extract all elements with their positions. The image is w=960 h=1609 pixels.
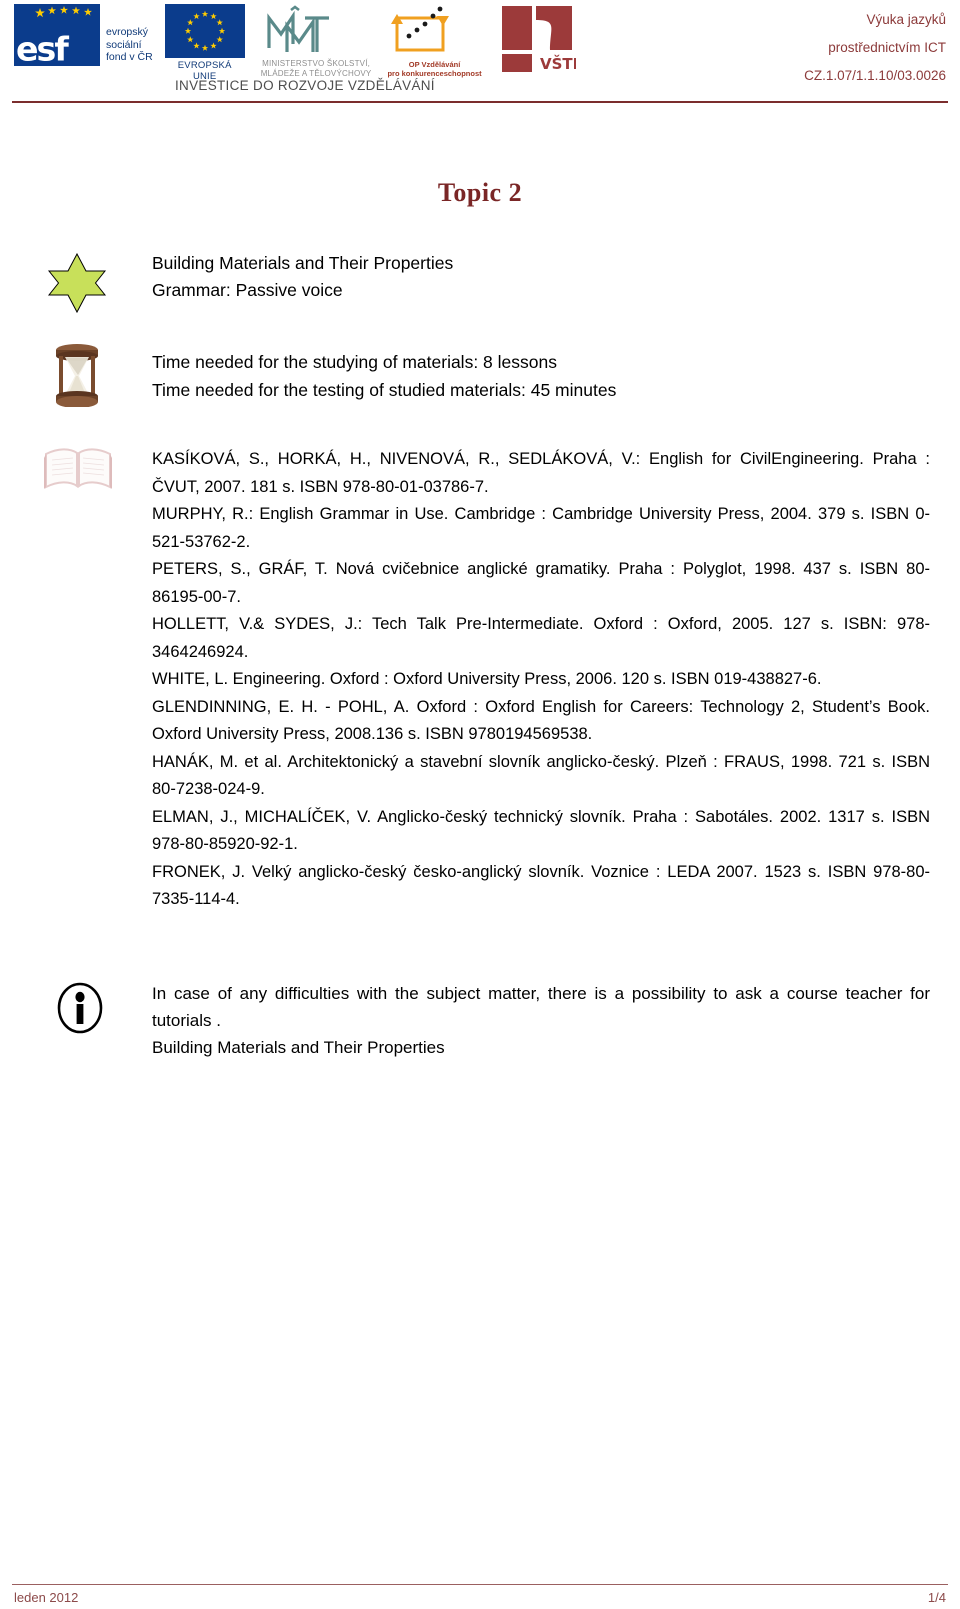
notice-line-2: Building Materials and Their Properties — [152, 1038, 445, 1057]
footer-divider — [12, 1584, 948, 1585]
msmt-caption: MINISTERSTVO ŠKOLSTVÍ, MLÁDEŽE A TĚLOVÝC… — [261, 59, 372, 78]
svg-text:esf: esf — [16, 30, 69, 66]
page-footer: leden 2012 1/4 — [14, 1590, 946, 1605]
footer-date: leden 2012 — [14, 1590, 79, 1605]
esf-wordmark: esf — [16, 30, 71, 66]
investice-slogan: INVESTICE DO ROZVOJE VZDĚLÁVÁNÍ — [175, 78, 435, 93]
eu-stars-icon — [184, 10, 225, 51]
vste-logo: VŠTE — [500, 4, 583, 74]
bibliography-entry: FRONEK, J. Velký anglicko-český česko-an… — [152, 862, 930, 909]
bibliography-entry: HOLLETT, V.& SYDES, J.: Tech Talk Pre-In… — [152, 615, 930, 661]
esf-caption-line-3: fond v ČR — [106, 51, 153, 63]
intro-block: Building Materials and Their Properties … — [152, 250, 930, 304]
op-vzdelavani-caption-line-2: pro konkurenceschopnost — [387, 69, 482, 78]
op-vzdelavani-logo: OP Vzdělávání pro konkurenceschopnost — [387, 4, 482, 78]
msmt-caption-line-1: MINISTERSTVO ŠKOLSTVÍ, — [262, 59, 371, 68]
esf-caption-line-2: sociální — [106, 38, 142, 51]
project-name-line-2: prostřednictvím ICT — [828, 40, 946, 55]
timing-line-1: Time needed for the studying of material… — [152, 352, 557, 372]
timing-line-2: Time needed for the testing of studied m… — [152, 380, 617, 400]
op-vzdelavani-caption: OP Vzdělávání pro konkurenceschopnost — [387, 60, 481, 78]
svg-text:VŠTE: VŠTE — [540, 54, 576, 73]
footer-page-number: 1/4 — [927, 1590, 946, 1605]
esf-flag-mark: esf — [14, 4, 100, 66]
page-title: Topic 2 — [437, 178, 523, 207]
bibliography-entry: KASÍKOVÁ, S., HORKÁ, H., NIVENOVÁ, R., S… — [152, 450, 930, 496]
bibliography-block: KASÍKOVÁ, S., HORKÁ, H., NIVENOVÁ, R., S… — [152, 446, 930, 914]
esf-stars-icon — [35, 6, 92, 18]
project-identification: Výuka jazyků prostřednictvím ICT CZ.1.07… — [696, 6, 946, 90]
bibliography-entry: MURPHY, R.: English Grammar in Use. Camb… — [152, 505, 930, 551]
eu-flag-logo: EVROPSKÁ UNIE — [164, 4, 245, 82]
page-header: esf evropský sociální fond v ČR EVROPSKÁ… — [0, 0, 960, 104]
intro-line-2: Grammar: Passive voice — [152, 280, 343, 300]
intro-line-1: Building Materials and Their Properties — [152, 253, 454, 273]
esf-caption-line-1: evropský — [106, 26, 149, 38]
bibliography-entry: PETERS, S., GRÁF, T. Nová cvičebnice ang… — [152, 560, 930, 606]
esf-logo: esf evropský sociální fond v ČR — [14, 4, 153, 66]
project-number: CZ.1.07/1.1.10/03.0026 — [804, 68, 946, 83]
book-icon — [44, 448, 112, 489]
bibliography-entry: ELMAN, J., MICHALÍČEK, V. Anglicko-český… — [152, 807, 930, 854]
hourglass-icon — [56, 344, 98, 407]
bibliography-entry: GLENDINNING, E. H. - POHL, A. Oxford : O… — [152, 697, 930, 744]
header-divider — [12, 101, 948, 103]
op-vzdelavani-caption-line-1: OP Vzdělávání — [408, 60, 461, 69]
bibliography-entry: WHITE, L. Engineering. Oxford : Oxford U… — [152, 670, 822, 688]
logo-row: esf evropský sociální fond v ČR EVROPSKÁ… — [14, 4, 583, 82]
vste-mark-icon: VŠTE — [500, 4, 583, 74]
timing-block: Time needed for the studying of material… — [152, 348, 930, 404]
eu-flag-mark — [164, 4, 245, 58]
esf-logo-caption: evropský sociální fond v ČR — [106, 26, 153, 64]
info-icon — [57, 982, 103, 1034]
project-name-line-1: Výuka jazyků — [866, 12, 946, 27]
notice-line-1: In case of any difficulties with the sub… — [152, 984, 930, 1030]
notice-block: In case of any difficulties with the sub… — [152, 980, 930, 1061]
msmt-logo: MINISTERSTVO ŠKOLSTVÍ, MLÁDEŽE A TĚLOVÝC… — [261, 4, 372, 78]
bibliography-entry: HANÁK, M. et al. Architektonický a stave… — [152, 752, 930, 799]
msmt-mark-icon — [261, 4, 341, 58]
star-icon — [47, 252, 107, 314]
msmt-caption-line-2: MLÁDEŽE A TĚLOVÝCHOVY — [260, 68, 372, 78]
op-vzdelavani-mark-icon — [387, 4, 463, 58]
